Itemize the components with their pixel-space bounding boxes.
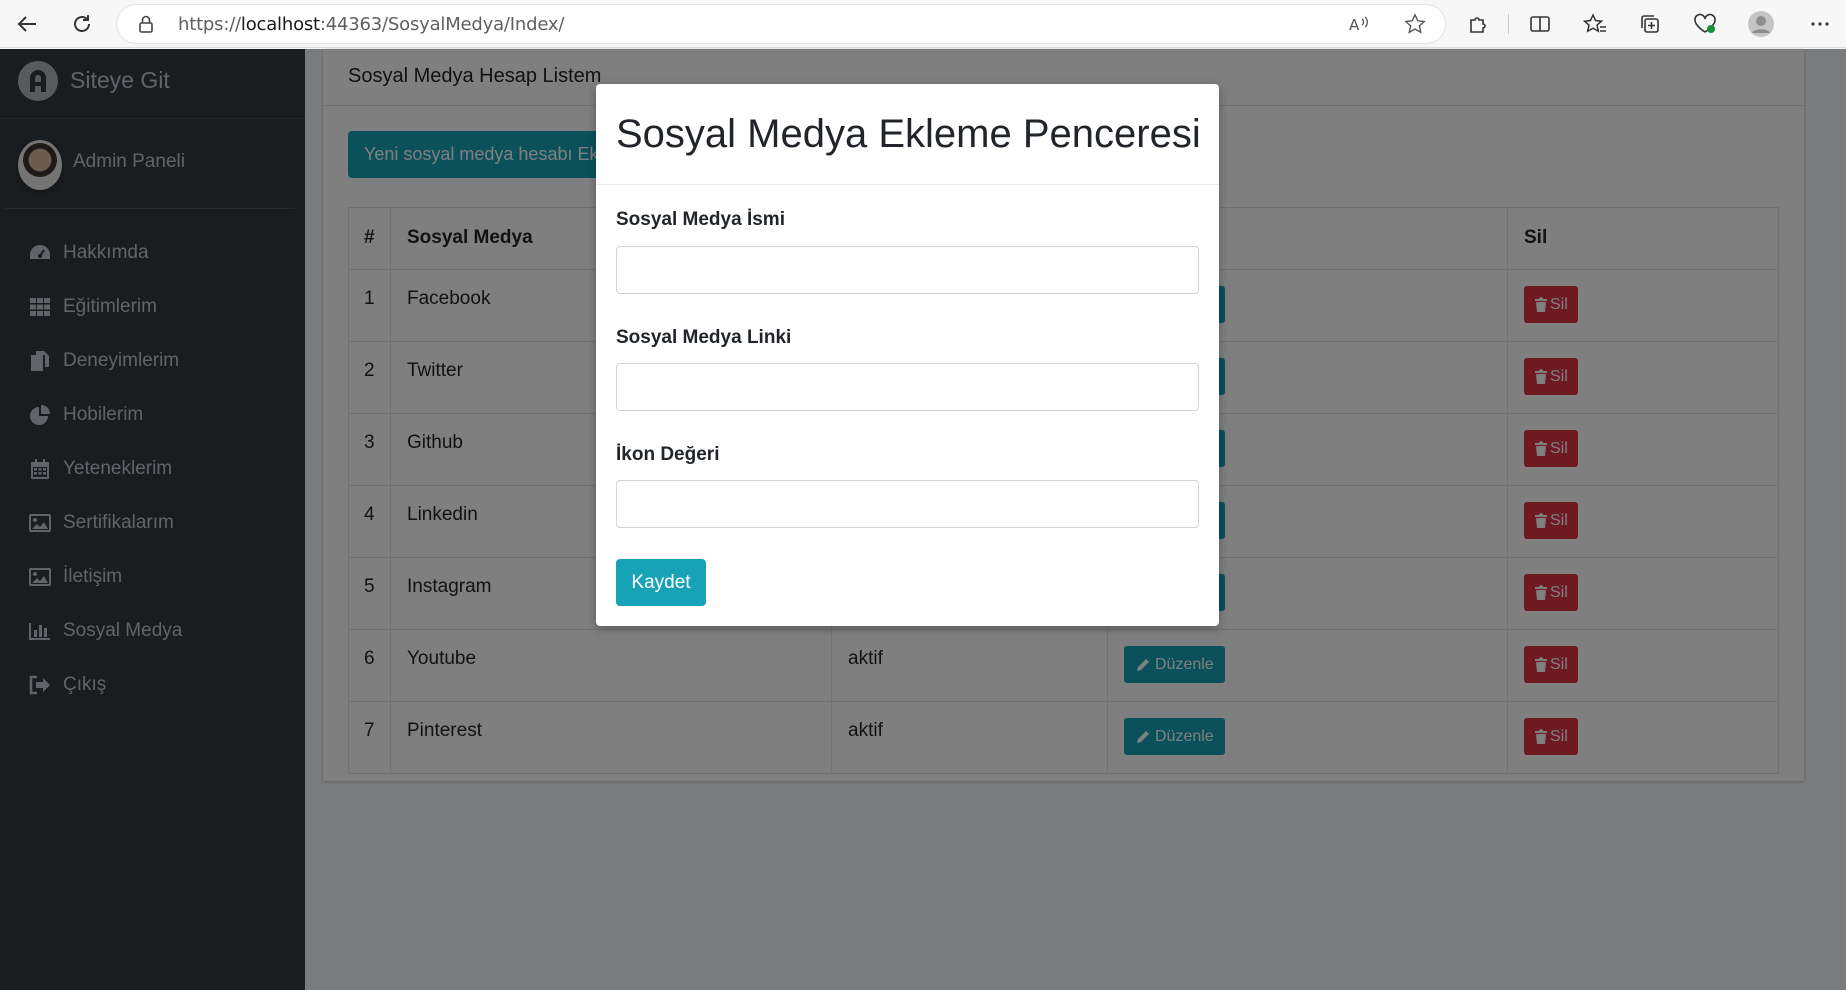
address-bar[interactable]: https://localhost:44363/SosyalMedya/Inde… [117, 5, 1445, 43]
social-media-link-input[interactable] [616, 363, 1199, 411]
profile-button[interactable] [1746, 9, 1776, 39]
modal-title: Sosyal Medya Ekleme Penceresi [616, 112, 1201, 156]
back-button[interactable] [12, 9, 42, 39]
split-screen-button[interactable] [1525, 9, 1555, 39]
save-button[interactable]: Kaydet [616, 559, 706, 606]
add-social-media-modal: Sosyal Medya Ekleme Penceresi Sosyal Med… [596, 84, 1219, 626]
icon-value-input[interactable] [616, 480, 1199, 528]
browser-toolbar: https://localhost:44363/SosyalMedya/Inde… [0, 0, 1846, 48]
social-media-name-input[interactable] [616, 246, 1199, 294]
modal-header: Sosyal Medya Ekleme Penceresi [596, 84, 1219, 185]
ellipsis-icon [1811, 22, 1829, 26]
social-media-link-label: Sosyal Medya Linki [616, 327, 792, 348]
icon-value-label: İkon Değeri [616, 444, 720, 465]
social-media-name-label: Sosyal Medya İsmi [616, 209, 785, 230]
toolbar-separator [1508, 14, 1509, 34]
reload-button[interactable] [67, 9, 97, 39]
favorite-star-icon[interactable] [1403, 13, 1427, 35]
puzzle-icon [1470, 17, 1486, 33]
svg-text:A: A [1349, 16, 1360, 34]
lock-icon [139, 15, 153, 33]
reload-icon [74, 15, 90, 32]
favorites-list-icon [1583, 13, 1606, 33]
profile-avatar-icon [1748, 11, 1774, 37]
heart-pulse-icon [1694, 13, 1716, 33]
read-aloud-icon[interactable]: A [1347, 13, 1371, 35]
more-menu-button[interactable] [1805, 9, 1835, 39]
url-text: https://localhost:44363/SosyalMedya/Inde… [178, 14, 565, 35]
arrow-left-icon [17, 16, 36, 32]
extensions-button[interactable] [1463, 9, 1493, 39]
collections-icon [1641, 15, 1659, 33]
split-screen-icon [1530, 16, 1550, 32]
performance-button[interactable] [1690, 9, 1720, 39]
favorites-button[interactable] [1580, 9, 1610, 39]
collections-button[interactable] [1635, 9, 1665, 39]
